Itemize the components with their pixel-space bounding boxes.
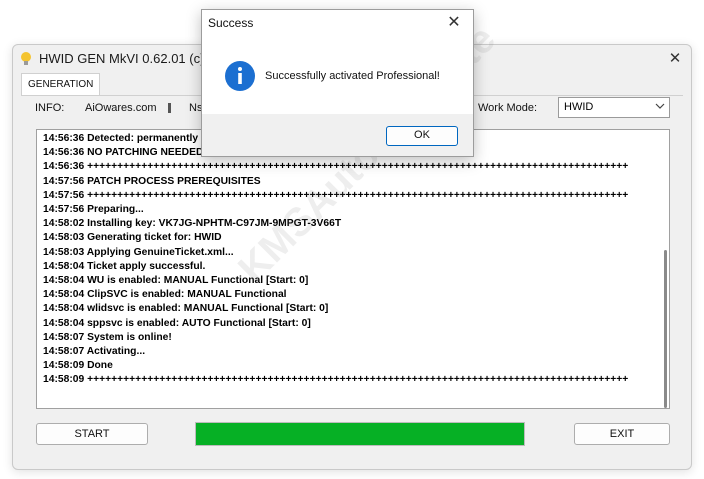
log-line: 14:58:04 WU is enabled: MANUAL Functiona… — [43, 275, 309, 287]
exit-button[interactable]: EXIT — [574, 423, 670, 445]
success-dialog: Success ✕ Successfully activated Profess… — [201, 9, 474, 157]
ok-button[interactable]: OK — [386, 126, 458, 146]
work-mode-select[interactable]: HWID — [558, 97, 670, 118]
log-line: 14:58:07 Activating... — [43, 346, 146, 358]
log-line: 14:58:02 Installing key: VK7JG-NPHTM-C97… — [43, 218, 342, 230]
log-line: 14:58:09 +++++++++++++++++++++++++++++++… — [43, 374, 629, 386]
info-icon — [225, 61, 255, 91]
log-line: 14:57:56 Preparing... — [43, 204, 144, 216]
dialog-message: Successfully activated Professional! — [265, 70, 440, 82]
close-icon[interactable]: ✕ — [663, 47, 687, 71]
dialog-footer: OK — [202, 114, 473, 156]
start-button[interactable]: START — [36, 423, 148, 445]
log-line: 14:58:04 ClipSVC is enabled: MANUAL Func… — [43, 289, 287, 301]
log-line: 14:58:07 System is online! — [43, 331, 172, 343]
work-mode-label: Work Mode: — [478, 102, 538, 114]
lightbulb-icon — [21, 52, 31, 65]
scrollbar-thumb[interactable] — [664, 250, 667, 408]
info-site-link[interactable]: AiOwares.com — [85, 102, 157, 114]
log-line: 14:58:04 Ticket apply successful. — [43, 260, 206, 272]
log-output[interactable]: 14:56:36 Detected: permanently li 14:56:3… — [36, 129, 670, 409]
window-title: HWID GEN MkVI 0.62.01 (c) Du — [39, 51, 225, 66]
work-mode-value: HWID — [564, 101, 594, 113]
info-label: INFO: — [35, 102, 65, 114]
log-line: 14:57:56 +++++++++++++++++++++++++++++++… — [43, 189, 629, 201]
info-separator — [168, 103, 171, 113]
dialog-title: Success — [208, 16, 254, 30]
log-lines: 14:56:36 Detected: permanently li 14:56:3… — [43, 132, 653, 388]
log-line: 14:57:56 PATCH PROCESS PREREQUISITES — [43, 175, 261, 187]
log-line: 14:58:03 Generating ticket for: HWID — [43, 232, 222, 244]
log-line: 14:58:04 sppsvc is enabled: AUTO Functio… — [43, 317, 311, 329]
log-line: 14:56:36 +++++++++++++++++++++++++++++++… — [43, 161, 629, 173]
progress-bar — [195, 422, 525, 446]
progress-fill — [196, 423, 524, 445]
close-icon[interactable]: ✕ — [443, 12, 465, 34]
log-line: 14:58:04 wlidsvc is enabled: MANUAL Func… — [43, 303, 329, 315]
chevron-down-icon — [655, 103, 665, 109]
log-line: 14:58:09 Done — [43, 360, 113, 372]
tab-generation[interactable]: GENERATION — [21, 73, 101, 95]
log-line: 14:58:03 Applying GenuineTicket.xml... — [43, 246, 234, 258]
